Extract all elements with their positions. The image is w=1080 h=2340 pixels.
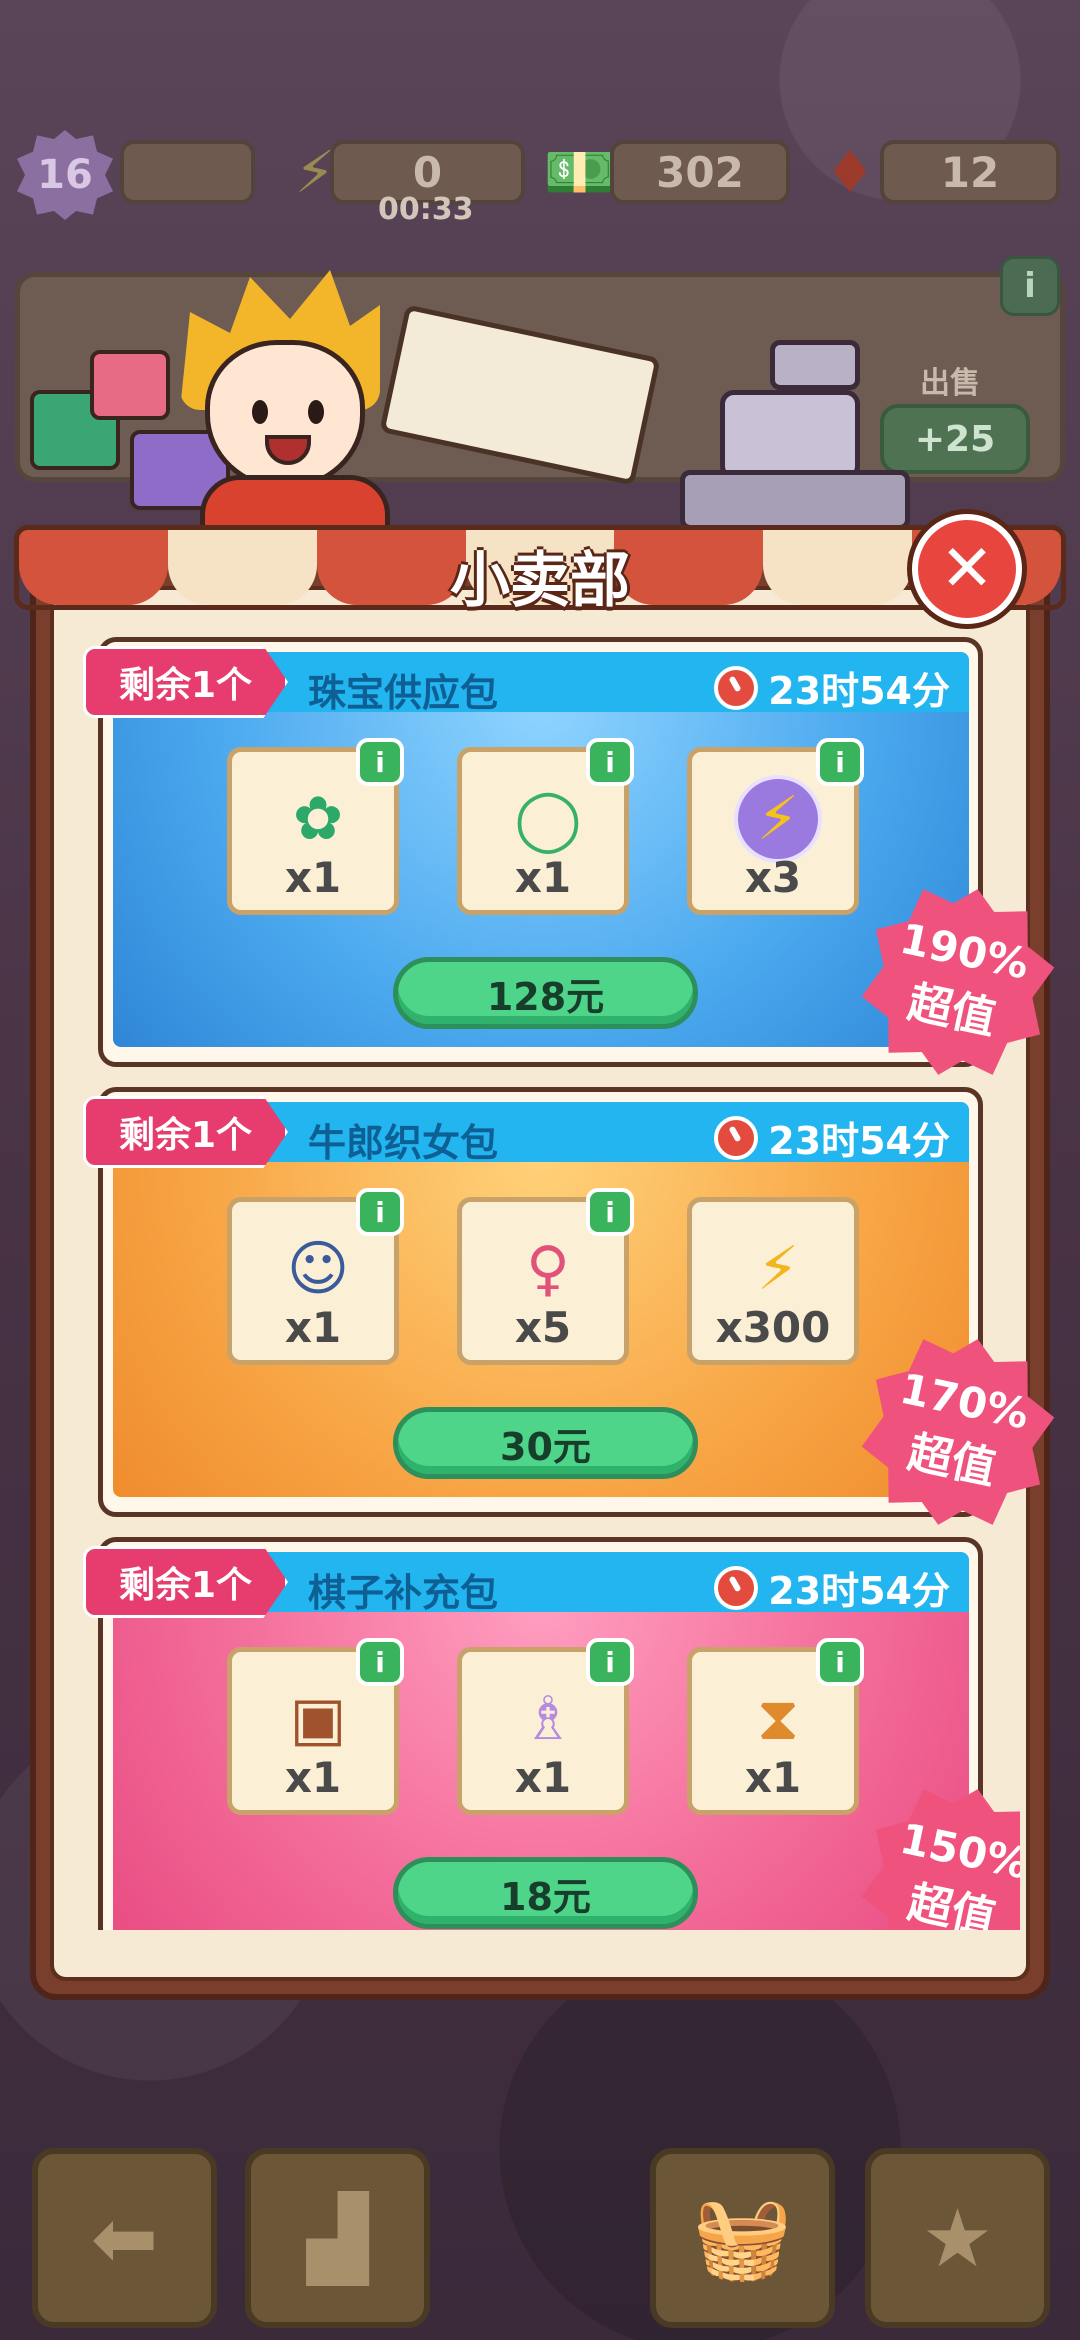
item-count: x1 xyxy=(514,853,572,902)
offer-item[interactable]: ⚡ x3 i xyxy=(687,738,864,915)
shopkeeper-character xyxy=(160,270,420,555)
jade-hairpin-icon: ✿ xyxy=(292,784,344,854)
offer-item[interactable]: ♗ x1 i xyxy=(457,1638,634,1815)
price-label: 18元 xyxy=(500,1874,591,1919)
offer-name: 珠宝供应包 xyxy=(308,671,499,715)
item-info-button[interactable]: i xyxy=(586,1638,634,1686)
price-label: 30元 xyxy=(500,1424,591,1469)
shop-basket-button: 🧺 xyxy=(650,2148,835,2328)
background-info-icon: i xyxy=(1000,256,1060,316)
cash-register-illustration xyxy=(660,330,920,530)
cash-counter[interactable]: 302 xyxy=(610,140,790,204)
xp-bar xyxy=(120,140,255,204)
offer-timer-text: 23时54分 xyxy=(768,669,950,713)
offer-name: 棋子补充包 xyxy=(308,1571,499,1615)
item-info-button[interactable]: i xyxy=(816,1638,864,1686)
item-count: x1 xyxy=(284,853,342,902)
item-count: x3 xyxy=(744,853,802,902)
item-count: x5 xyxy=(514,1303,572,1352)
offer-timer-text: 23时54分 xyxy=(768,1569,950,1613)
gem-icon: ♦ xyxy=(824,138,876,206)
cash-value: 302 xyxy=(656,147,744,197)
clock-icon xyxy=(714,1115,759,1160)
offer-item[interactable]: ♀ x5 i xyxy=(457,1188,634,1365)
item-info-button[interactable]: i xyxy=(356,738,404,786)
level-value: 16 xyxy=(37,152,93,198)
energy-value: 0 xyxy=(412,147,443,197)
clock-icon xyxy=(714,665,759,710)
offer-item[interactable]: ⧗ x1 i xyxy=(687,1638,864,1815)
gem-value: 12 xyxy=(940,147,1000,197)
level-badge[interactable]: 16 xyxy=(17,130,113,220)
remaining-tag: 剩余1个 xyxy=(83,1096,288,1168)
cash-icon: 💵 xyxy=(543,137,617,206)
offer-card: 珠宝供应包 23时54分 剩余1个 ✿ x1 i ◯ x1 i ⚡ x3 i 1… xyxy=(83,637,983,1067)
offer-scroll-clip: 棋子补充包 23时54分 剩余1个 ▣ x1 i ♗ x1 i ⧗ x1 i 1… xyxy=(60,1520,1020,1930)
offer-timer: 23时54分 xyxy=(714,660,950,715)
weaver-girl-icon: ♀ xyxy=(526,1234,570,1304)
back-button: ⬅ xyxy=(32,2148,217,2328)
item-info-button[interactable]: i xyxy=(816,738,864,786)
leaderboard-button: ▟ xyxy=(245,2148,430,2328)
hourglass-icon: ⧗ xyxy=(756,1684,800,1754)
item-info-button[interactable]: i xyxy=(586,738,634,786)
price-label: 128元 xyxy=(486,974,605,1019)
item-count: x1 xyxy=(284,1303,342,1352)
offer-name: 牛郎织女包 xyxy=(308,1121,499,1165)
offer-item[interactable]: ✿ x1 i xyxy=(227,738,404,915)
buy-button[interactable]: 30元 xyxy=(393,1407,698,1479)
offer-item[interactable]: ☺ x1 i xyxy=(227,1188,404,1365)
item-info-button[interactable]: i xyxy=(356,1188,404,1236)
clock-icon xyxy=(714,1565,759,1610)
remaining-tag: 剩余1个 xyxy=(83,646,288,718)
remaining-tag: 剩余1个 xyxy=(83,1546,288,1618)
offer-timer: 23时54分 xyxy=(714,1560,950,1615)
clipboard-star-icon: ★ xyxy=(921,2191,994,2285)
offer-item[interactable]: ⚡ x300 xyxy=(687,1197,859,1365)
offer-card: 棋子补充包 23时54分 剩余1个 ▣ x1 i ♗ x1 i ⧗ x1 i 1… xyxy=(83,1537,983,1930)
item-info-button[interactable]: i xyxy=(586,1188,634,1236)
podium-icon: ▟ xyxy=(306,2191,369,2285)
buy-button[interactable]: 128元 xyxy=(393,957,698,1029)
dress-icon: ♗ xyxy=(521,1684,575,1754)
item-count: x1 xyxy=(514,1753,572,1802)
jade-bracelet-icon: ◯ xyxy=(514,784,582,854)
arrow-left-icon: ⬅ xyxy=(90,2191,159,2285)
basket-icon: 🧺 xyxy=(692,2191,793,2284)
offer-timer: 23时54分 xyxy=(714,1110,950,1165)
sell-value: +25 xyxy=(914,418,996,460)
lightning-orb-icon: ⚡ xyxy=(728,774,828,864)
item-count: x1 xyxy=(284,1753,342,1802)
offer-item[interactable]: ◯ x1 i xyxy=(457,738,634,915)
offer-item[interactable]: ▣ x1 i xyxy=(227,1638,404,1815)
offer-timer-text: 23时54分 xyxy=(768,1119,950,1163)
item-count: x1 xyxy=(744,1753,802,1802)
lightning-icon: ⚡ xyxy=(756,1234,800,1304)
sell-label: 出售 xyxy=(920,366,980,401)
buy-button[interactable]: 18元 xyxy=(393,1857,698,1929)
treasure-chest-icon: ▣ xyxy=(289,1684,347,1754)
item-info-button[interactable]: i xyxy=(356,1638,404,1686)
close-button[interactable]: ✕ xyxy=(912,514,1022,624)
item-count: x300 xyxy=(715,1303,831,1352)
gem-counter[interactable]: 12 xyxy=(880,140,1060,204)
shop-title: 小卖部 xyxy=(450,546,630,616)
resource-bar: 16 ⚡ 0 00:33 💵 302 ♦ 12 xyxy=(0,130,1080,227)
task-board-button: ★ xyxy=(865,2148,1050,2328)
close-icon: ✕ xyxy=(940,532,994,606)
offer-card: 牛郎织女包 23时54分 剩余1个 ☺ x1 i ♀ x5 i ⚡ x300 3… xyxy=(83,1087,983,1517)
energy-timer: 00:33 xyxy=(378,192,474,227)
cowherd-icon: ☺ xyxy=(286,1234,350,1304)
